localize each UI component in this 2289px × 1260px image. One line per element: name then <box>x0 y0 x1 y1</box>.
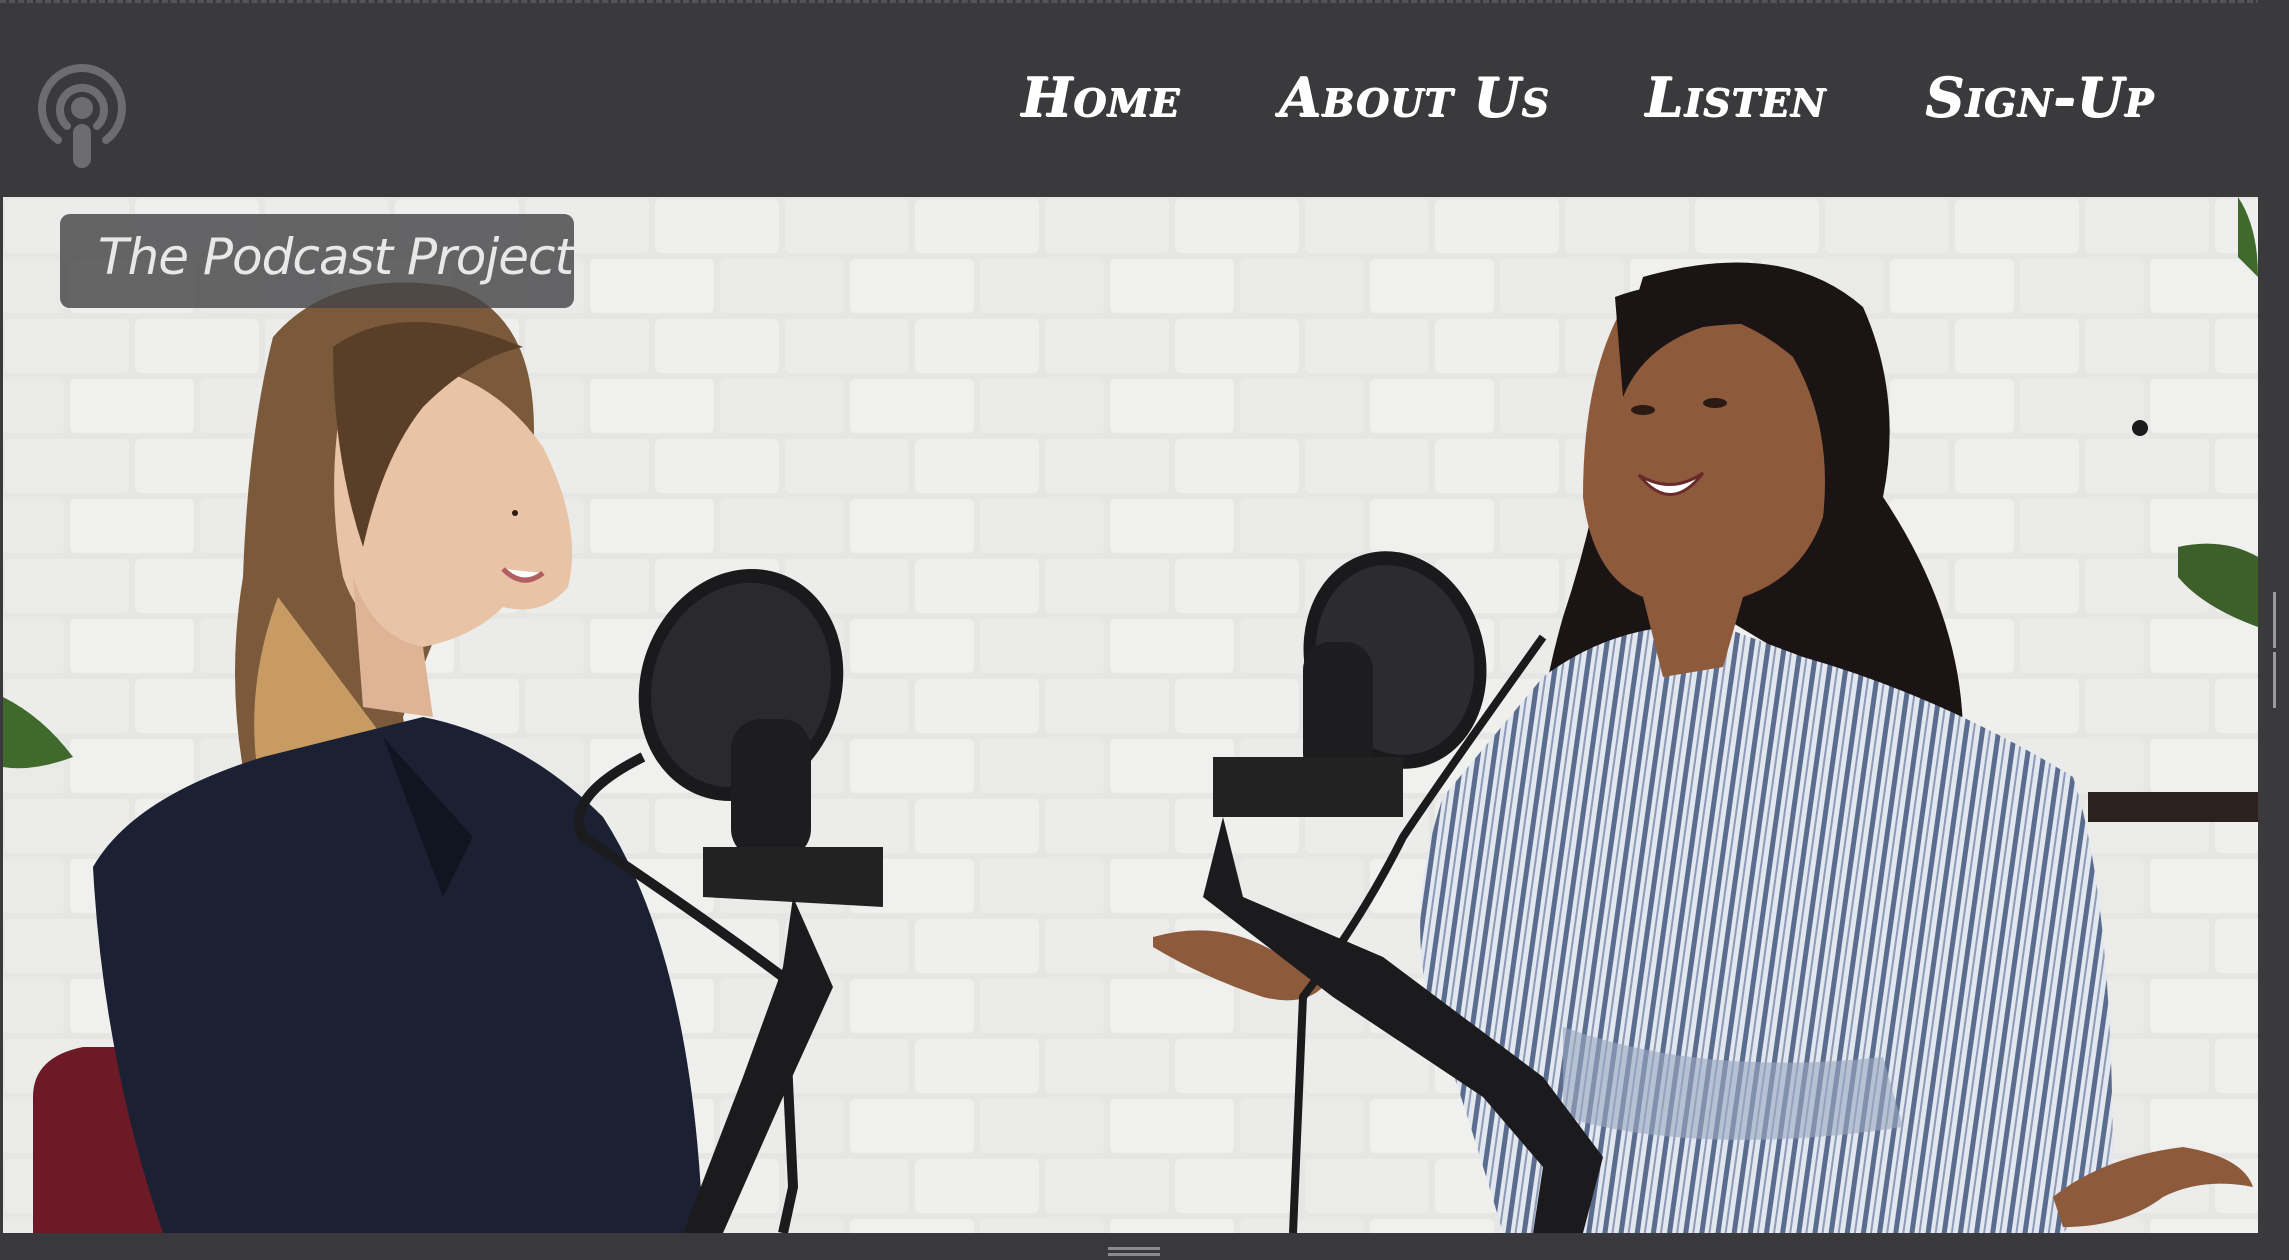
nav-about-us-link[interactable]: About Us <box>1279 65 1550 129</box>
bottom-resize-bar <box>3 1233 2258 1257</box>
nav-home-link[interactable]: Home <box>1021 65 1180 129</box>
site-title: The Podcast Project <box>98 228 574 286</box>
nav-sign-up-link[interactable]: Sign-Up <box>1925 65 2154 129</box>
podcast-studio-photo <box>3 197 2258 1233</box>
website: Home About Us Listen Sign-Up The Podcast… <box>3 3 2258 1257</box>
hero-section: The Podcast Project <box>3 197 2258 1233</box>
drag-handle-icon[interactable] <box>1108 1247 1160 1257</box>
nav-listen-link[interactable]: Listen <box>1645 65 1826 129</box>
site-header: Home About Us Listen Sign-Up <box>3 3 2258 197</box>
podcast-icon[interactable] <box>36 62 128 172</box>
site-title-badge: The Podcast Project <box>60 214 574 308</box>
side-resize-handle-icon[interactable] <box>2273 592 2283 708</box>
